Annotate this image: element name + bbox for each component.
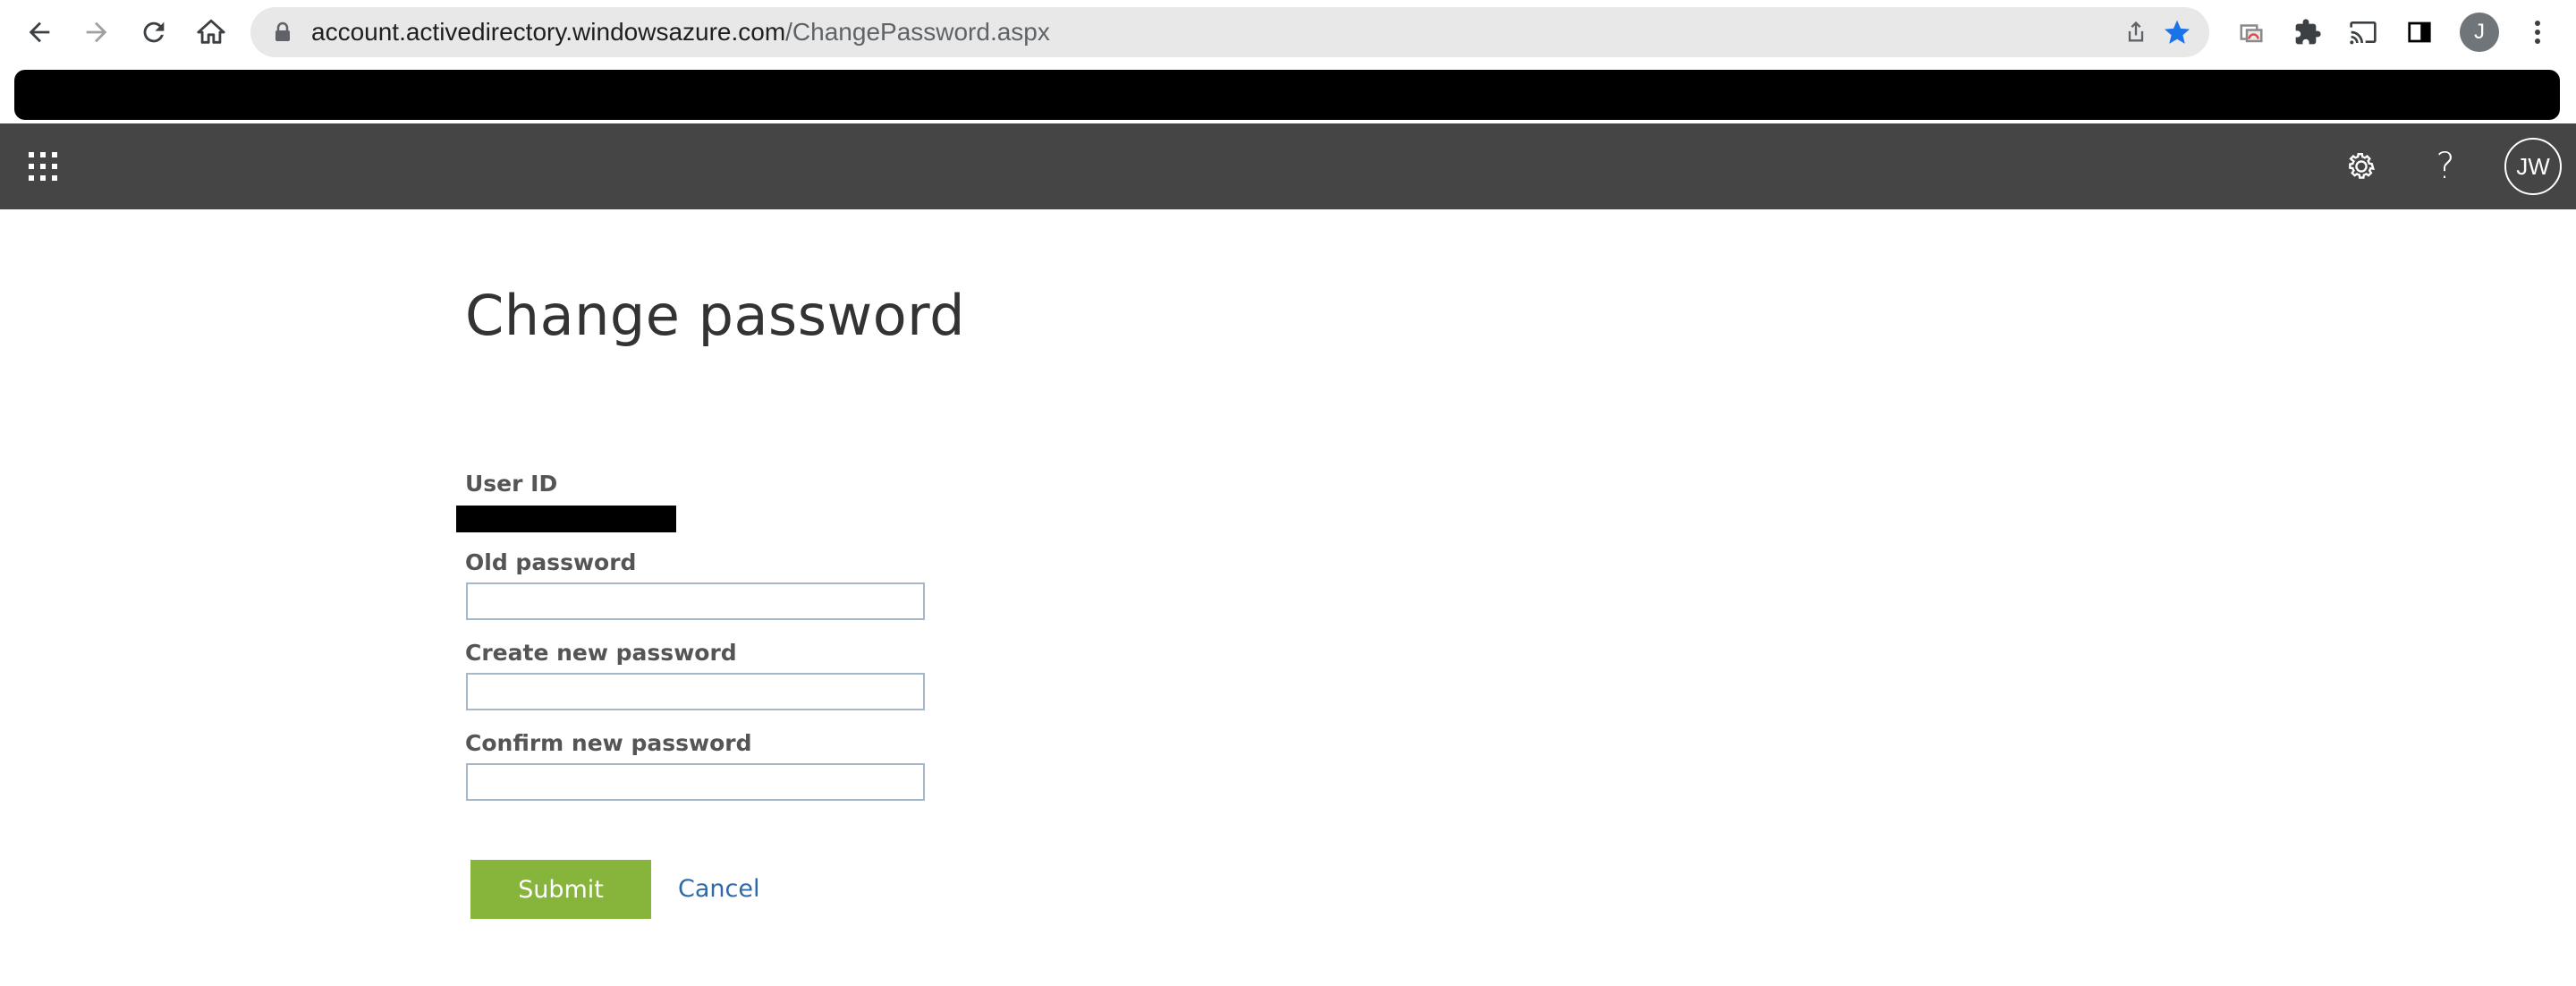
profile-initial: J bbox=[2474, 20, 2485, 44]
browser-profile-avatar[interactable]: J bbox=[2460, 13, 2499, 52]
bookmark-star-icon bbox=[2165, 20, 2190, 44]
url-host: account.activedirectory.windowsazure.com bbox=[311, 18, 786, 46]
url-path: /ChangePassword.aspx bbox=[785, 18, 1050, 46]
forward-button[interactable] bbox=[75, 11, 118, 54]
browser-toolbar: account.activedirectory.windowsazure.com… bbox=[0, 0, 2576, 66]
avatar-initials: JW bbox=[2516, 152, 2550, 180]
extension-button[interactable] bbox=[2232, 13, 2271, 52]
redacted-user-id bbox=[456, 506, 676, 532]
settings-button[interactable] bbox=[2340, 145, 2383, 188]
home-button[interactable] bbox=[190, 11, 233, 54]
old-password-field[interactable] bbox=[466, 582, 925, 620]
page-title: Change password bbox=[465, 283, 965, 348]
reload-button[interactable] bbox=[132, 11, 175, 54]
url-text: account.activedirectory.windowsazure.com… bbox=[311, 7, 1050, 57]
cancel-link[interactable]: Cancel bbox=[678, 875, 759, 903]
app-header: ? bbox=[0, 123, 2576, 209]
address-bar[interactable]: account.activedirectory.windowsazure.com… bbox=[250, 7, 2209, 57]
puzzle-icon bbox=[2295, 19, 2321, 45]
user-avatar[interactable]: JW bbox=[2504, 138, 2562, 195]
cast-button[interactable] bbox=[2343, 13, 2383, 52]
help-icon: ? bbox=[2436, 146, 2455, 187]
gear-icon bbox=[2349, 153, 2375, 179]
back-icon bbox=[29, 21, 50, 43]
extensions-menu-button[interactable] bbox=[2288, 13, 2327, 52]
forward-icon bbox=[86, 21, 107, 43]
side-panel-button[interactable] bbox=[2400, 13, 2439, 52]
submit-button[interactable]: Submit bbox=[470, 860, 651, 919]
new-password-field[interactable] bbox=[466, 673, 925, 710]
share-icon bbox=[2128, 21, 2144, 42]
confirm-password-label: Confirm new password bbox=[465, 730, 752, 756]
new-password-label: Create new password bbox=[465, 640, 737, 666]
side-panel-icon bbox=[2408, 21, 2431, 43]
bookmark-button[interactable] bbox=[2161, 16, 2193, 48]
confirm-password-field[interactable] bbox=[466, 763, 925, 801]
redacted-bookmarks-bar bbox=[14, 70, 2560, 120]
share-button[interactable] bbox=[2120, 16, 2152, 48]
lock-icon bbox=[275, 21, 290, 41]
user-id-label: User ID bbox=[465, 471, 558, 497]
cast-icon bbox=[2350, 21, 2377, 45]
help-button[interactable]: ? bbox=[2424, 145, 2467, 188]
browser-menu-button[interactable] bbox=[2518, 13, 2557, 52]
kebab-menu-icon bbox=[2535, 21, 2540, 44]
back-button[interactable] bbox=[18, 11, 61, 54]
extension-icon bbox=[2240, 24, 2263, 43]
reload-icon bbox=[143, 21, 165, 43]
old-password-label: Old password bbox=[465, 549, 637, 575]
home-icon bbox=[197, 19, 225, 44]
app-launcher-icon[interactable] bbox=[27, 150, 59, 183]
